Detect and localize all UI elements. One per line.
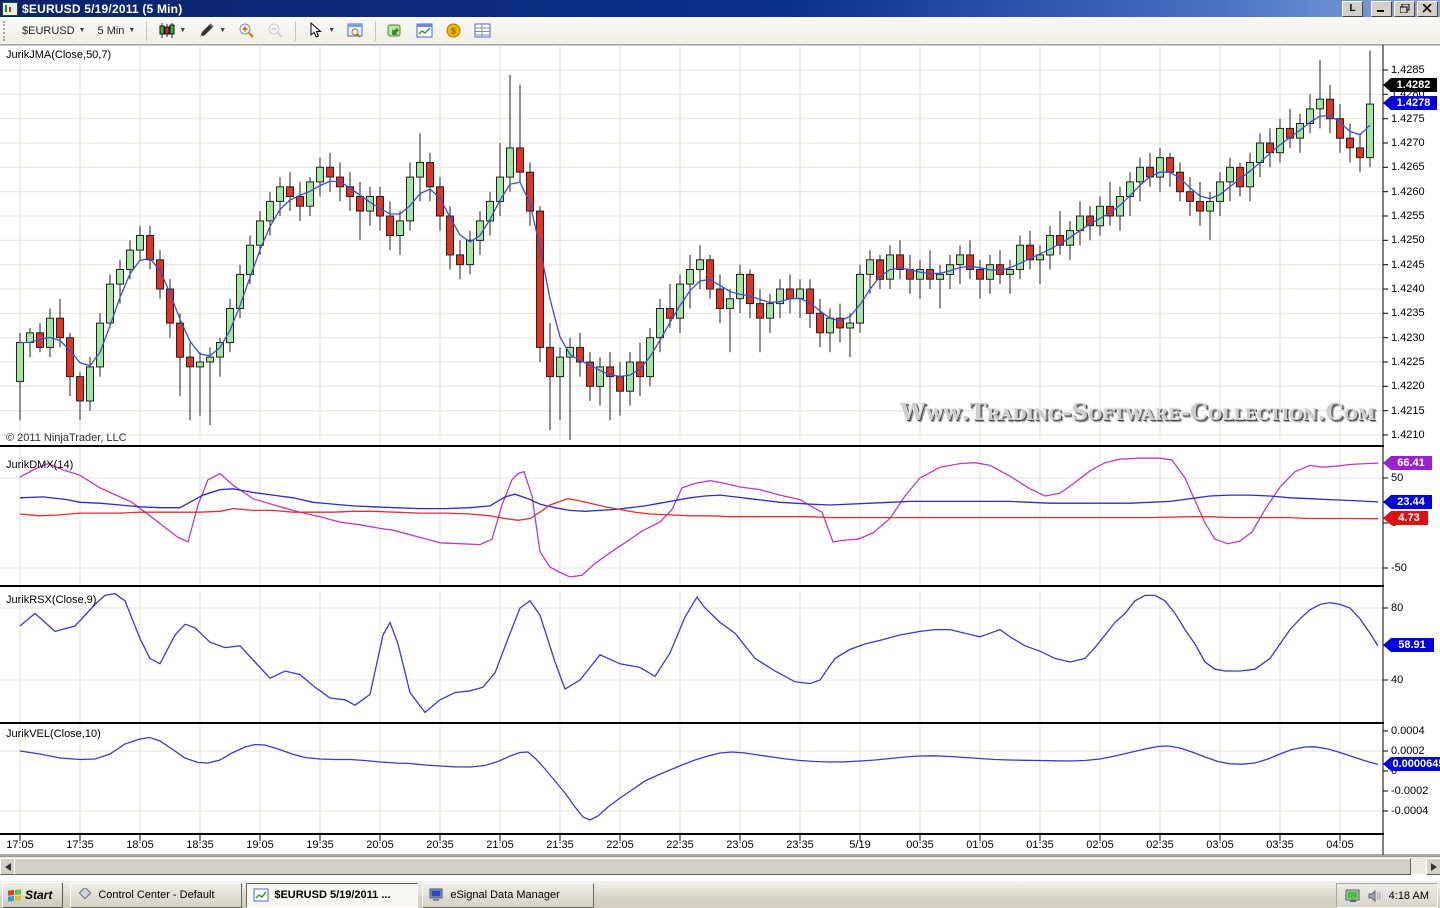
scroll-left-button[interactable]	[0, 858, 15, 875]
volume-icon[interactable]	[1367, 889, 1383, 903]
taskbar-item-control-center[interactable]: Control Center - Default	[70, 883, 242, 908]
time-axis-label: 20:05	[366, 839, 394, 851]
taskbar-item-esignal[interactable]: eSignal Data Manager	[422, 883, 594, 908]
price-axis-tick: 1.4260	[1391, 186, 1425, 198]
time-axis-label: 17:05	[6, 839, 34, 851]
time-axis-label: 18:35	[186, 839, 214, 851]
price-axis-tick: 1.4225	[1391, 356, 1425, 368]
taskbar-item-label: Control Center - Default	[98, 889, 214, 901]
price-axis-tick: 1.4245	[1391, 259, 1425, 271]
dmx-panel-indicator-label: JurikDMX(14)	[6, 459, 73, 471]
system-tray: 4:18 AM	[1336, 883, 1438, 908]
price-axis-tick: 1.4250	[1391, 234, 1425, 246]
dmx-axis-tick: -50	[1391, 562, 1407, 574]
last-price-badge: 1.4282	[1383, 78, 1437, 92]
price-axis-tick: 1.4220	[1391, 380, 1425, 392]
vel-axis-tick: 0.0004	[1391, 725, 1425, 737]
time-axis-label: 17:35	[66, 839, 94, 851]
clock: 4:18 AM	[1389, 890, 1429, 902]
taskbar: Start Control Center - Default $EURUSD 5…	[0, 880, 1440, 908]
price-axis-tick: 1.4275	[1391, 113, 1425, 125]
price-axis-tick: 1.4230	[1391, 332, 1425, 344]
time-axis-label: 18:05	[126, 839, 154, 851]
time-axis-label: 01:35	[1026, 839, 1054, 851]
dmx-minus-badge: 4.73	[1383, 511, 1428, 525]
rsx-panel-indicator-label: JurikRSX(Close,9)	[6, 594, 96, 606]
time-axis-label: 19:05	[246, 839, 274, 851]
vel-panel-indicator-label: JurikVEL(Close,10)	[6, 728, 101, 740]
chart-plot-area[interactable]	[0, 0, 1440, 908]
ninjatrader-chart-window: $EURUSD 5/19/2011 (5 Min) L $EURUSD ▼ 5 …	[0, 0, 1440, 908]
left-arrow-icon	[5, 863, 11, 871]
time-axis-label: 20:35	[426, 839, 454, 851]
scroll-right-button[interactable]	[1426, 858, 1440, 875]
time-axis-label: 02:35	[1146, 839, 1174, 851]
time-axis-label: 22:05	[606, 839, 634, 851]
copyright-text: © 2011 NinjaTrader, LLC	[6, 432, 127, 444]
time-axis-label: 22:35	[666, 839, 694, 851]
vel-axis-tick: 0.0002	[1391, 745, 1425, 757]
time-axis-label: 21:05	[486, 839, 514, 851]
time-axis-label: 01:05	[966, 839, 994, 851]
chart-icon	[253, 888, 269, 902]
scrollbar-thumb[interactable]	[14, 858, 1411, 875]
taskbar-item-label: $EURUSD 5/19/2011 ...	[274, 889, 390, 901]
price-axis-tick: 1.4240	[1391, 283, 1425, 295]
time-axis-label: 21:35	[546, 839, 574, 851]
time-axis-label: 04:05	[1326, 839, 1354, 851]
time-axis-label: 23:05	[726, 839, 754, 851]
horizontal-scrollbar[interactable]	[0, 856, 1440, 874]
price-axis-tick: 1.4235	[1391, 307, 1425, 319]
control-center-icon	[77, 888, 93, 902]
esignal-icon	[429, 888, 445, 902]
watermark-text: Www.Trading-Software-Collection.Com	[900, 399, 1380, 426]
dmx-plus-badge: 66.41	[1383, 456, 1432, 470]
windows-logo-icon	[8, 889, 21, 901]
time-axis-label: 03:05	[1206, 839, 1234, 851]
start-label: Start	[25, 888, 52, 902]
rsx-value-badge: 58.91	[1383, 638, 1434, 652]
time-axis-label: 02:05	[1086, 839, 1114, 851]
dmx-adx-badge: 23.44	[1383, 495, 1432, 509]
time-axis-label: 03:35	[1266, 839, 1294, 851]
time-axis-label: 23:35	[786, 839, 814, 851]
time-axis-label: 5/19	[849, 839, 870, 851]
start-button[interactable]: Start	[2, 882, 63, 908]
time-axis-label: 00:35	[906, 839, 934, 851]
price-axis-tick: 1.4285	[1391, 64, 1425, 76]
close-price-badge: 1.4278	[1383, 96, 1437, 110]
rsx-axis-tick: 80	[1391, 602, 1403, 614]
price-axis-tick: 1.4210	[1391, 429, 1425, 441]
price-panel-indicator-label: JurikJMA(Close,50,7)	[6, 49, 111, 61]
rsx-axis-tick: 40	[1391, 674, 1403, 686]
vel-value-badge: 0.0000645	[1383, 757, 1440, 771]
vel-axis-tick: -0.0002	[1391, 785, 1428, 797]
vel-axis-tick: -0.0004	[1391, 805, 1428, 817]
price-axis-tick: 1.4255	[1391, 210, 1425, 222]
taskbar-item-chart[interactable]: $EURUSD 5/19/2011 ...	[246, 883, 418, 908]
price-axis-tick: 1.4265	[1391, 161, 1425, 173]
taskbar-item-label: eSignal Data Manager	[450, 889, 559, 901]
time-axis-label: 19:35	[306, 839, 334, 851]
dmx-axis-tick: 50	[1391, 472, 1403, 484]
right-arrow-icon	[1431, 863, 1437, 871]
network-monitor-icon[interactable]	[1345, 889, 1361, 903]
price-axis-tick: 1.4270	[1391, 137, 1425, 149]
price-axis-tick: 1.4215	[1391, 405, 1425, 417]
